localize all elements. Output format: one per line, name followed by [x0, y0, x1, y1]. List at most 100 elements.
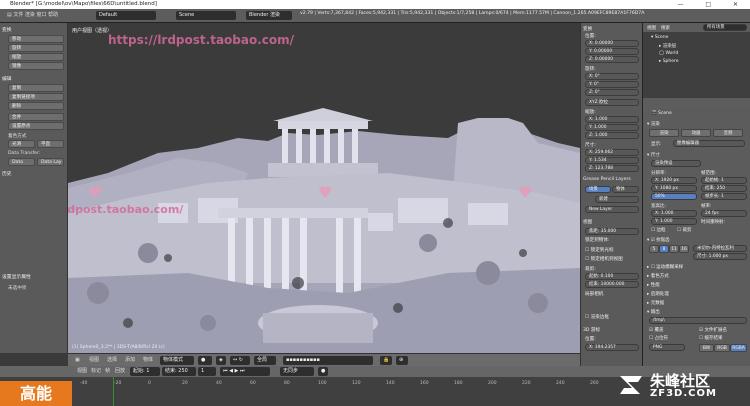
aa-samples-8[interactable]: 8	[659, 245, 669, 253]
outliner-search-menu[interactable]: 搜索	[661, 25, 670, 31]
output-section-title[interactable]: ▾ 输出	[647, 309, 660, 315]
scene-selector[interactable]: Scene	[176, 11, 236, 20]
timeline-end-field[interactable]: 结束: 250	[162, 367, 196, 376]
aa-filter-selector[interactable]: 米切尔-内特拉瓦利	[693, 245, 747, 252]
mode-selector[interactable]: 物体模式	[160, 356, 194, 365]
rotate-button[interactable]: 旋转	[8, 44, 64, 52]
render-engine-selector[interactable]: Blender 渲染	[246, 11, 292, 20]
pivot-icon[interactable]: ◈	[216, 356, 226, 365]
render-audio-button[interactable]: 音频	[713, 129, 743, 137]
file-format-selector[interactable]: PNG	[649, 344, 685, 351]
rotation-mode-selector[interactable]: XYZ 欧拉	[585, 99, 639, 106]
data-layout-button[interactable]: Data Lay	[37, 158, 64, 166]
layer-buttons[interactable]: ▪▪▪▪▪▪▪▪▪▪	[283, 356, 373, 365]
timeline-playhead[interactable]	[113, 377, 114, 406]
post-processing-section-title[interactable]: ▸ 后期处理	[647, 291, 669, 297]
cursor-x-field[interactable]: X: 194.2357	[585, 344, 639, 351]
file-extensions-checkbox[interactable]: ☑ 文件扩展名	[699, 327, 727, 333]
placeholders-checkbox[interactable]: ☐ 占位符	[649, 335, 668, 341]
scale-z-field[interactable]: Z: 1.000	[585, 132, 639, 139]
shade-smooth-button[interactable]: 光滑	[8, 140, 35, 148]
display-selector[interactable]: 图像编辑器	[673, 140, 745, 147]
frame-end-field[interactable]: 结束: 250	[701, 185, 747, 192]
outliner-display-mode[interactable]: 所有场景	[703, 24, 747, 31]
clip-end-field[interactable]: 结束: 10000.000	[585, 281, 639, 288]
render-preset-selector[interactable]: 渲染预设	[651, 160, 701, 167]
timeline-playback-menu[interactable]: 回放	[112, 367, 128, 376]
frame-start-field[interactable]: 起始帧: 1	[701, 177, 747, 184]
overwrite-checkbox[interactable]: ☑ 覆盖	[649, 327, 663, 333]
duplicate-button[interactable]: 复制	[8, 84, 64, 92]
color-mode-bw[interactable]: BW	[699, 344, 714, 352]
rotation-y-field[interactable]: Y: 0°	[585, 81, 639, 88]
render-section-title[interactable]: ▾ 渲染	[647, 121, 660, 127]
render-border-checkbox[interactable]: ☐ 渲染边框	[585, 314, 609, 320]
3d-cursor-panel-title[interactable]: 3D 游标	[583, 327, 600, 333]
translate-button[interactable]: 移动	[8, 35, 64, 43]
resolution-x-field[interactable]: X: 1920 px	[651, 177, 697, 184]
editor-type-icon[interactable]: ▣	[72, 356, 83, 365]
performance-section-title[interactable]: ▸ 性能	[647, 282, 660, 288]
location-z-field[interactable]: Z: 0.00000	[585, 56, 639, 63]
3d-viewport[interactable]: 用户视图（透视） https://lrdpost.taobao.com/ lrd…	[68, 23, 580, 353]
resolution-percentage-slider[interactable]: 50%	[651, 193, 697, 200]
aa-samples-16[interactable]: 16	[679, 245, 689, 253]
gp-new-layer-button[interactable]: New Layer	[585, 206, 639, 213]
lock-icon[interactable]: 🔒	[380, 356, 392, 365]
aa-filter-size-field[interactable]: 尺寸: 1.000 px	[693, 253, 747, 260]
snap-icon[interactable]: ⊕	[396, 356, 408, 365]
shading-section-title[interactable]: ▸ 着色方式	[647, 273, 669, 279]
mirror-button[interactable]: 镜像	[8, 62, 64, 70]
lock-camera-checkbox[interactable]: ☐ 锁定相机到视图	[585, 256, 623, 262]
properties-tabs[interactable]	[643, 98, 750, 108]
color-mode-rgb[interactable]: RGB	[714, 344, 730, 352]
join-button[interactable]: 合并	[8, 113, 64, 121]
lock-cursor-checkbox[interactable]: ☐ 锁定到光标	[585, 247, 614, 253]
orientation-selector[interactable]: 全局	[254, 356, 276, 365]
delete-button[interactable]: 删除	[8, 102, 64, 110]
aa-samples-5[interactable]: 5	[649, 245, 659, 253]
render-animation-button[interactable]: 动画	[681, 129, 711, 137]
gp-object-button[interactable]: 物体	[612, 186, 639, 193]
grease-pencil-title[interactable]: Grease Pencil Layers	[583, 177, 631, 182]
aa-samples-11[interactable]: 11	[669, 245, 679, 253]
crop-checkbox[interactable]: ☐ 裁剪	[677, 227, 691, 233]
aspect-y-field[interactable]: Y: 1.000	[651, 218, 697, 225]
view-menu[interactable]: 视图	[86, 356, 102, 365]
view-panel-title[interactable]: 视图	[583, 219, 592, 225]
gp-new-button[interactable]: 新建	[595, 196, 639, 203]
sync-mode-selector[interactable]: 无同步	[280, 367, 314, 376]
gp-scene-button[interactable]: 场景	[585, 186, 611, 193]
lens-field[interactable]: 焦距: 35.000	[585, 228, 639, 235]
scale-y-field[interactable]: Y: 1.000	[585, 124, 639, 131]
scale-button[interactable]: 缩放	[8, 53, 64, 61]
edit-section-title[interactable]: 编辑	[2, 75, 12, 82]
output-path-field[interactable]: /tmp\	[649, 317, 747, 324]
clip-start-field[interactable]: 起始: 0.100	[585, 273, 639, 280]
frame-step-field[interactable]: 帧步长: 1	[701, 193, 747, 200]
location-x-field[interactable]: X: 0.00000	[585, 40, 639, 47]
cache-result-checkbox[interactable]: ☐ 缓存结果	[699, 335, 722, 341]
info-menu-icon[interactable]: ▤ 文件 渲染 窗口 帮助	[4, 11, 61, 20]
resolution-y-field[interactable]: Y: 1080 px	[651, 185, 697, 192]
record-icon[interactable]: ●	[318, 367, 328, 376]
playback-controls[interactable]: ⏮ ◀ ▶ ⏭	[220, 367, 270, 376]
color-mode-rgba[interactable]: RGBA	[730, 344, 747, 352]
history-section-title[interactable]: 历史	[2, 170, 12, 177]
data-transfer-button[interactable]: Data	[8, 158, 35, 166]
outliner-item-world[interactable]: ◯ World	[659, 51, 678, 56]
scale-x-field[interactable]: X: 1.000	[585, 116, 639, 123]
manipulator-icon[interactable]: ↔ ↻	[230, 356, 250, 365]
shading-mode-icon[interactable]: ●	[198, 356, 212, 365]
add-menu[interactable]: 添加	[122, 356, 138, 365]
outliner-item-render-layers[interactable]: ▸ 渲染层	[659, 43, 676, 49]
dimensions-section-title[interactable]: ▾ 尺寸	[647, 152, 660, 158]
dimensions-y-field[interactable]: Y: 1.534	[585, 157, 639, 164]
rotation-x-field[interactable]: X: 0°	[585, 73, 639, 80]
set-origin-button[interactable]: 设置原点	[8, 122, 64, 130]
metadata-section-title[interactable]: ▸ 元数据	[647, 300, 664, 306]
window-controls[interactable]: — □ ✕	[677, 0, 748, 9]
timeline-current-frame[interactable]: 1	[198, 367, 216, 376]
outliner-item-scene[interactable]: ▾ Scene	[651, 35, 668, 40]
location-y-field[interactable]: Y: 0.00000	[585, 48, 639, 55]
